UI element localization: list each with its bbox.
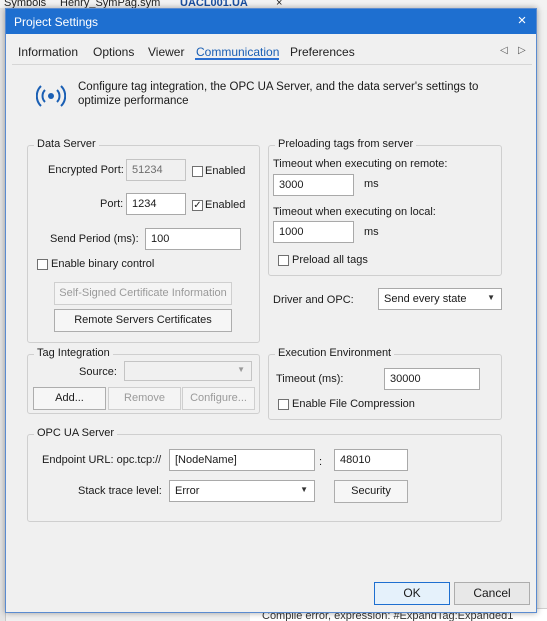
opc-ua-server-title: OPC UA Server [34, 427, 118, 439]
execution-timeout-input[interactable] [384, 368, 480, 390]
tab-preferences[interactable]: Preferences [290, 45, 355, 59]
tab-viewer[interactable]: Viewer [148, 45, 184, 59]
tab-information[interactable]: Information [18, 45, 78, 59]
close-icon[interactable]: × [510, 10, 534, 32]
preload-all-checkbox[interactable] [278, 255, 289, 266]
active-tab-indicator [195, 58, 279, 60]
source-label: Source: [79, 366, 117, 378]
dialog-titlebar[interactable]: Project Settings × [6, 9, 536, 34]
remote-servers-certificates-button[interactable]: Remote Servers Certificates [54, 309, 232, 332]
port-input[interactable] [126, 193, 186, 215]
endpoint-host-input[interactable] [169, 449, 315, 471]
binary-control-checkbox[interactable] [37, 259, 48, 270]
local-timeout-unit: ms [364, 226, 379, 238]
tag-integration-title: Tag Integration [34, 347, 113, 359]
data-server-title: Data Server [34, 138, 99, 150]
file-compression-checkbox[interactable] [278, 399, 289, 410]
tab-communication[interactable]: Communication [196, 45, 279, 59]
broadcast-icon [36, 85, 66, 107]
port-label: Port: [100, 198, 124, 210]
dialog-title: Project Settings [14, 15, 99, 29]
tab-scroll-left-icon[interactable]: ◁ [500, 45, 508, 56]
banner-description: Configure tag integration, the OPC UA Se… [78, 81, 479, 107]
encrypted-enabled-checkbox[interactable] [192, 166, 203, 177]
local-timeout-input[interactable] [273, 221, 354, 243]
local-timeout-label: Timeout when executing on local: [273, 206, 436, 218]
source-select[interactable]: ▼ [124, 361, 252, 381]
execution-timeout-label: Timeout (ms): [276, 373, 344, 385]
send-period-input[interactable] [145, 228, 241, 250]
stack-trace-value: Error [175, 485, 200, 497]
preload-all-label: Preload all tags [292, 254, 368, 266]
configure-button[interactable]: Configure... [182, 387, 255, 410]
remove-button[interactable]: Remove [108, 387, 181, 410]
chevron-down-icon: ▼ [237, 365, 245, 374]
send-period-label: Send Period (ms): [50, 233, 139, 245]
encrypted-enabled-label: Enabled [205, 165, 246, 177]
endpoint-port-input[interactable] [334, 449, 408, 471]
tab-scroll-right-icon[interactable]: ▷ [518, 45, 526, 56]
cancel-button[interactable]: Cancel [454, 582, 530, 605]
remote-timeout-input[interactable] [273, 174, 354, 196]
opc-ua-server-group: OPC UA Server [27, 427, 502, 522]
preloading-title: Preloading tags from server [275, 138, 417, 150]
tab-options[interactable]: Options [93, 45, 134, 59]
ok-button[interactable]: OK [374, 582, 450, 605]
encrypted-port-input[interactable] [126, 159, 186, 181]
file-compression-label: Enable File Compression [292, 398, 415, 410]
project-settings-dialog: Project Settings × Information Options V… [5, 8, 537, 613]
driver-opc-label: Driver and OPC: [273, 294, 354, 306]
chevron-down-icon: ▼ [300, 485, 308, 494]
port-enabled-checkbox[interactable]: ✓ [192, 200, 203, 211]
stack-trace-select[interactable]: Error ▼ [169, 480, 315, 502]
endpoint-url-label: Endpoint URL: opc.tcp:// [42, 454, 162, 466]
remote-timeout-unit: ms [364, 178, 379, 190]
checkmark-icon: ✓ [193, 200, 202, 211]
add-button[interactable]: Add... [33, 387, 106, 410]
endpoint-separator: : [319, 456, 323, 468]
tabs-divider [12, 64, 532, 65]
remote-timeout-label: Timeout when executing on remote: [273, 158, 448, 170]
security-button[interactable]: Security [334, 480, 408, 503]
stack-trace-label: Stack trace level: [78, 485, 162, 497]
driver-opc-select[interactable]: Send every state ▼ [378, 288, 502, 310]
driver-opc-value: Send every state [384, 293, 467, 305]
execution-environment-title: Execution Environment [275, 347, 395, 359]
self-signed-certificate-button[interactable]: Self-Signed Certificate Information [54, 282, 232, 305]
binary-control-label: Enable binary control [51, 258, 155, 270]
encrypted-port-label: Encrypted Port: [48, 164, 124, 176]
port-enabled-label: Enabled [205, 199, 246, 211]
chevron-down-icon: ▼ [487, 293, 495, 302]
